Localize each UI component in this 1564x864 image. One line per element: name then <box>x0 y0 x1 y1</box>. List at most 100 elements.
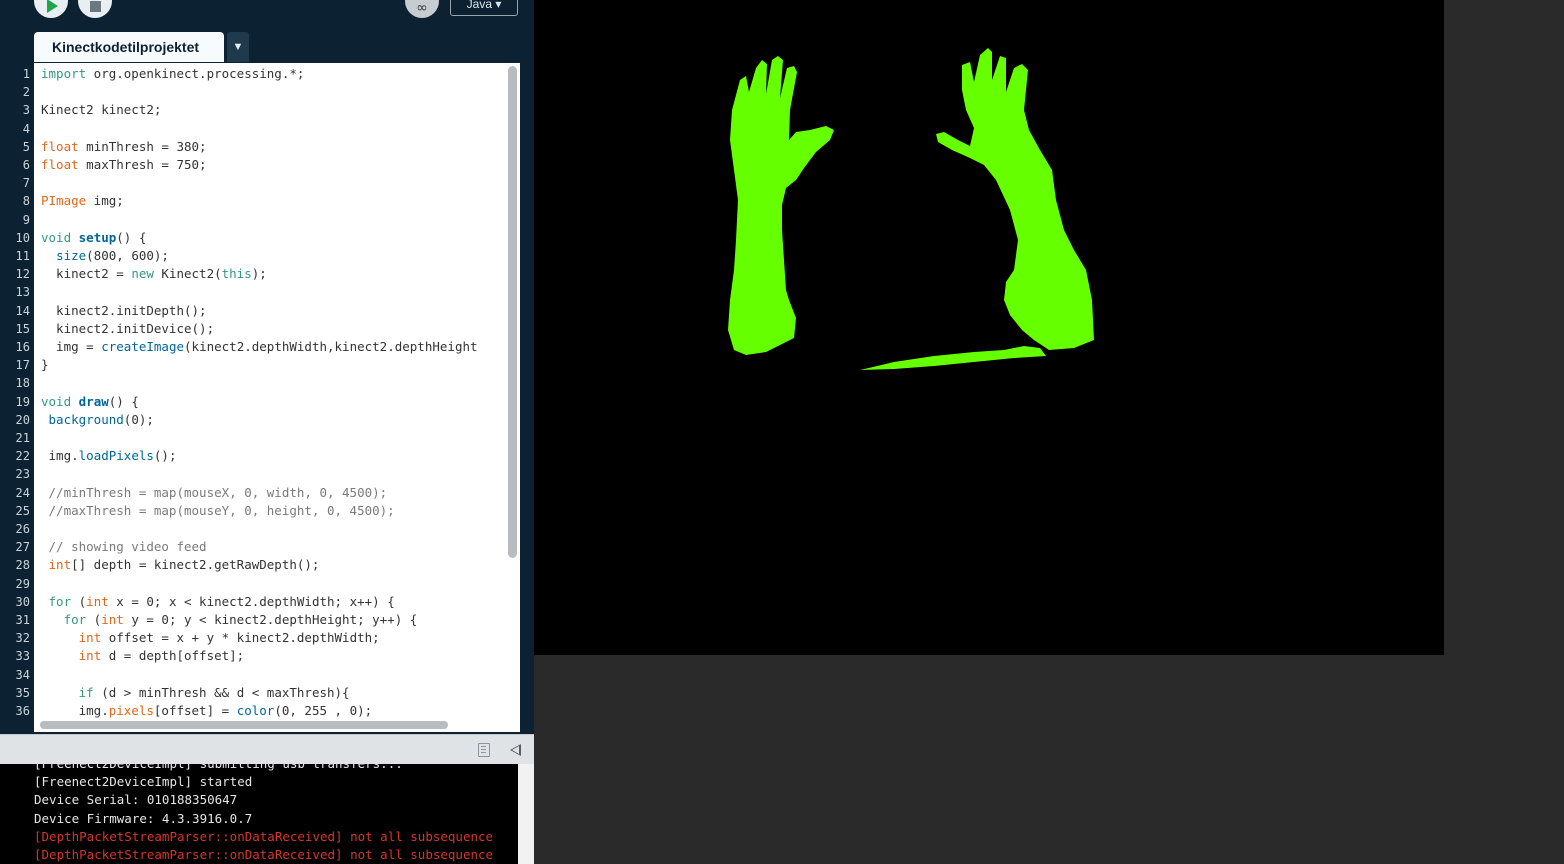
dropdown-arrow-icon: ▼ <box>232 41 244 53</box>
line-number: 25 <box>15 503 30 518</box>
code-line: int d = depth[offset]; <box>41 647 245 665</box>
debug-button[interactable]: ∞ <box>405 0 439 18</box>
code-token: import <box>41 66 87 81</box>
line-number: 9 <box>22 212 30 227</box>
code-line: float minThresh = 380; <box>41 138 207 156</box>
line-number: 1 <box>22 67 30 81</box>
line-number: 23 <box>15 467 30 482</box>
editor-vertical-scroll-thumb[interactable] <box>508 66 517 558</box>
code-token: PImage <box>41 193 87 209</box>
mode-selector[interactable]: Java ▾ <box>450 0 518 16</box>
run-button[interactable] <box>34 0 68 18</box>
code-token: for <box>63 612 87 627</box>
line-number: 5 <box>22 139 30 154</box>
code-line: kinect2 = new Kinect2(this); <box>41 265 267 283</box>
code-line: if (d > minThresh && d < maxThresh){ <box>41 684 350 702</box>
line-number: 7 <box>22 176 30 191</box>
code-editor[interactable]: import org.openkinect.processing.*; Kinec… <box>34 63 520 718</box>
code-token: (); <box>153 448 177 464</box>
code-line: float maxThresh = 750; <box>41 156 207 174</box>
line-number: 32 <box>15 631 30 646</box>
stop-button[interactable] <box>78 0 112 18</box>
code-token: (800, 600); <box>86 248 169 263</box>
table-edge-silhouette <box>860 346 1046 370</box>
code-token: [offset] = <box>153 703 237 718</box>
code-token: ( <box>71 593 87 609</box>
console-error-line: [DepthPacketStreamParser::onDataReceived… <box>34 828 494 844</box>
code-token: kinect2.initDepth(); <box>41 302 207 318</box>
line-number: 18 <box>15 376 30 391</box>
code-line: img = createImage(kinect2.depthWidth,kin… <box>41 338 477 356</box>
console-output[interactable]: [Freenect2DeviceImpl] submitting usb tra… <box>0 764 518 864</box>
sketch-output-window <box>534 0 1444 655</box>
tab-sketch[interactable]: Kinectkodetilprojektet <box>34 32 224 62</box>
code-line: img.loadPixels(); <box>41 447 177 465</box>
processing-ide: ∞ Java ▾ Kinectkodetilprojektet ▼ 123456… <box>0 0 534 864</box>
code-token: int <box>86 593 109 609</box>
code-line: Kinect2 kinect2; <box>41 101 161 119</box>
stop-icon <box>89 0 101 12</box>
code-token: size <box>56 248 87 263</box>
depth-silhouette <box>728 48 1094 370</box>
line-number: 6 <box>22 158 30 172</box>
code-token: int <box>48 557 72 573</box>
code-token: loadPixels <box>78 448 154 464</box>
right-hand-silhouette <box>936 48 1094 350</box>
line-number: 13 <box>15 285 30 300</box>
line-number: 3 <box>22 103 30 118</box>
line-number: 30 <box>15 594 30 609</box>
console-line: [Freenect2DeviceImpl] started <box>34 774 253 790</box>
copy-icon[interactable] <box>478 743 490 757</box>
code-token: pixels <box>108 703 154 718</box>
code-token: if <box>78 684 94 700</box>
code-token: [] depth = kinect2.getRawDepth(); <box>71 557 320 573</box>
code-token: new <box>131 266 154 282</box>
line-number-gutter: 1 2 3 4 5 6 7 8 9 10 11 12 13 14 15 16 17 18 19 20 21 22 23 24 2… <box>0 63 34 733</box>
code-token: createImage <box>101 339 185 354</box>
code-token: offset = x + y * kinect2.depthWidth; <box>101 630 380 646</box>
console-line: Device Serial: 010188350647 <box>34 792 238 808</box>
code-line: void draw() { <box>41 393 139 411</box>
console-scrollbar[interactable] <box>518 764 534 864</box>
code-token: //maxThresh = map(mouseY, 0, height, 0, … <box>41 502 395 518</box>
code-token: img. <box>41 703 109 718</box>
tab-menu-button[interactable]: ▼ <box>227 32 249 62</box>
code-line: for (int x = 0; x < kinect2.depthWidth; … <box>41 593 395 611</box>
code-token: this <box>221 266 252 282</box>
code-token: x = 0; x < kinect2.depthWidth; x++) { <box>108 593 395 609</box>
line-number: 16 <box>15 340 30 354</box>
console-line: [Freenect2DeviceImpl] submitting usb tra… <box>34 764 403 773</box>
toolbar: ∞ Java ▾ <box>0 0 534 30</box>
code-token: for <box>48 593 72 609</box>
code-line: PImage img; <box>41 192 124 210</box>
code-token: minThresh = 380; <box>78 138 207 154</box>
console-error-line: [DepthPacketStreamParser::onDataReceived… <box>34 847 494 862</box>
line-number: 10 <box>15 230 30 245</box>
code-line: import org.openkinect.processing.*; <box>41 65 304 83</box>
console-line: Device Firmware: 4.3.3916.0.7 <box>34 810 253 826</box>
code-token: int <box>78 630 102 646</box>
code-token: setup <box>78 229 117 245</box>
mode-label: Java ▾ <box>466 0 502 11</box>
collapse-icon[interactable] <box>510 744 521 756</box>
code-token: void <box>41 393 72 409</box>
editor-horizontal-scroll-thumb[interactable] <box>40 721 448 729</box>
code-token: float <box>41 157 79 172</box>
code-token: kinect2.initDevice(); <box>41 320 215 336</box>
line-number: 24 <box>15 485 30 500</box>
code-token: (0); <box>123 411 154 427</box>
code-line: // showing video feed <box>41 538 207 556</box>
left-hand-silhouette <box>728 56 834 355</box>
code-line: img.pixels[offset] = color(0, 255 , 0); <box>41 702 373 718</box>
code-line: for (int y = 0; y < kinect2.depthHeight;… <box>41 611 418 629</box>
code-token: draw <box>78 393 109 409</box>
code-token: img. <box>41 448 79 464</box>
line-number: 19 <box>15 394 30 409</box>
line-number: 31 <box>15 613 30 627</box>
code-token: ( <box>86 612 102 627</box>
